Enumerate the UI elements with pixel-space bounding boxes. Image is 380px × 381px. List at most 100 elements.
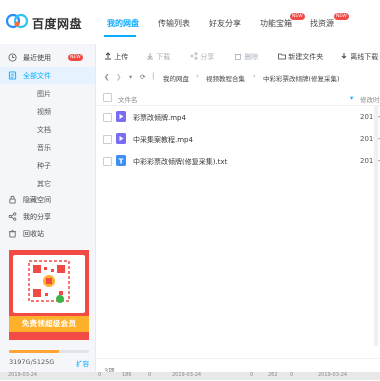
sidebar-sub-videos[interactable]: 视频 <box>37 107 51 117</box>
download-icon <box>147 53 153 60</box>
sidebar-item-my-share[interactable]: 我的分享 <box>0 208 95 225</box>
sidebar-item-recent[interactable]: 最近使用 NEW <box>0 49 95 66</box>
recent-new-badge: NEW <box>68 54 83 61</box>
video-file-icon <box>116 111 126 122</box>
table-row[interactable]: 彩票改倾牌.mp4 2019-0 <box>96 106 380 128</box>
brand-name: 百度网盘 <box>32 17 83 31</box>
breadcrumb-item-current[interactable]: 中彩彩票改倾牌(修复采集) <box>263 73 340 83</box>
sidebar-item-label: 回收站 <box>23 230 44 238</box>
refresh-icon[interactable]: ⟳ <box>140 73 145 81</box>
expand-storage-link[interactable]: 扩容 <box>76 358 89 368</box>
breadcrumb-item-root[interactable]: 我的网盘 <box>163 73 189 83</box>
upload-label: 上传 <box>114 53 129 61</box>
file-toolbar: 上传 下载 分享 删除 新建文件夹 离线下载 <box>96 44 380 68</box>
offline-download-label: 离线下载 <box>350 53 379 61</box>
strip-date: 2019-03-24 <box>318 372 348 378</box>
upload-button[interactable]: 上传 <box>104 52 128 62</box>
sidebar-sub-images[interactable]: 图片 <box>37 89 51 99</box>
table-row[interactable]: 中采集案教程.mp4 2019-0 <box>96 128 380 150</box>
strip-count: 0 <box>250 372 254 378</box>
share-toolbar-icon <box>190 52 198 60</box>
sidebar-sub-other[interactable]: 其它 <box>37 179 51 189</box>
sidebar-item-label: 全部文件 <box>23 72 51 80</box>
video-file-icon <box>116 133 126 144</box>
quota-text: 3197G/5125G <box>9 358 55 366</box>
promo-banner[interactable]: 免费领超级会员 <box>9 250 89 340</box>
file-name: 中彩彩票改倾牌(修复采集).txt <box>133 158 228 166</box>
new-folder-button[interactable]: 新建文件夹 <box>278 52 323 62</box>
row-checkbox[interactable] <box>103 157 112 166</box>
nav-transfer-list[interactable]: 传输列表 <box>158 18 190 29</box>
quota-progress-fill <box>9 350 59 353</box>
promo-text: 免费领超级会员 <box>21 319 77 328</box>
sidebar-sub-torrents[interactable]: 种子 <box>37 161 51 171</box>
nav-friend-share[interactable]: 好友分享 <box>209 18 241 29</box>
nav-active-underline <box>104 35 136 37</box>
column-filename[interactable]: 文件名 <box>118 94 138 104</box>
sidebar-item-hidden-space[interactable]: 隐藏空间 <box>0 191 95 208</box>
back-button[interactable]: ❮ <box>104 73 109 81</box>
breadcrumb-divider: | <box>152 72 155 80</box>
sidebar-item-label: 最近使用 <box>23 54 51 62</box>
strip-count: 0 <box>290 372 294 378</box>
quota-progress-bar <box>9 350 89 353</box>
strip-date: 2019-03-24 <box>8 372 38 378</box>
download-label: 下载 <box>156 53 171 61</box>
delete-button[interactable]: 删除 <box>234 52 258 62</box>
nav-toolbox[interactable]: 功能宝箱 <box>260 18 292 29</box>
text-file-icon: T <box>116 155 126 166</box>
nav-my-disk[interactable]: 我的网盘 <box>107 18 139 29</box>
trash-icon <box>8 229 17 238</box>
share-label: 分享 <box>200 53 215 61</box>
history-dropdown-icon[interactable]: ▾ <box>129 73 132 81</box>
file-list-icon <box>8 71 17 80</box>
baidu-netdisk-logo <box>6 13 28 29</box>
delete-label: 删除 <box>244 53 259 61</box>
row-checkbox[interactable] <box>103 135 112 144</box>
offline-download-button[interactable]: 离线下载 <box>340 52 378 62</box>
svg-text:T: T <box>119 158 124 166</box>
offline-download-icon <box>341 53 347 59</box>
strip-count: 0 <box>148 372 152 378</box>
file-list-header: 文件名 ▾ 修改时间 <box>96 90 380 106</box>
find-new-badge: NEW <box>334 13 349 20</box>
new-folder-label: 新建文件夹 <box>288 53 324 61</box>
row-checkbox[interactable] <box>103 113 112 122</box>
sidebar-item-label: 我的分享 <box>23 213 51 221</box>
bottom-strip: 2019-03-24 0 186 0 2019-03-24 0 262 0 20… <box>0 372 380 380</box>
strip-count: 186 <box>122 372 132 378</box>
breadcrumb-item-folder[interactable]: 视频教程合集 <box>206 73 245 83</box>
breadcrumb-separator: › <box>196 72 199 80</box>
top-header: 百度网盘 我的网盘 传输列表 好友分享 功能宝箱 NEW 找资源 NEW <box>0 0 380 45</box>
share-icon <box>8 212 17 221</box>
new-folder-icon <box>278 53 286 60</box>
upload-icon <box>105 52 111 60</box>
strip-count: 0 <box>98 372 102 378</box>
file-name: 彩票改倾牌.mp4 <box>133 114 186 122</box>
file-name: 中采集案教程.mp4 <box>133 136 193 144</box>
sidebar-item-label: 隐藏空间 <box>23 196 51 204</box>
sort-indicator-icon[interactable]: ▾ <box>350 94 353 102</box>
scrollbar[interactable] <box>374 106 378 346</box>
forward-button[interactable]: ❯ <box>116 73 121 81</box>
breadcrumb: ❮ ❯ ▾ ⟳ | 我的网盘 › 视频教程合集 › 中彩彩票改倾牌(修复采集) <box>96 68 380 86</box>
download-button[interactable]: 下载 <box>146 52 170 62</box>
select-all-checkbox[interactable] <box>103 93 112 102</box>
clock-icon <box>8 53 17 62</box>
table-row[interactable]: T 中彩彩票改倾牌(修复采集).txt 2019-0 <box>96 150 380 172</box>
delete-icon <box>234 54 242 60</box>
toolbox-new-badge: NEW <box>290 13 305 20</box>
qr-code-icon <box>28 260 70 303</box>
strip-date: 2019-03-24 <box>172 372 202 378</box>
column-modified[interactable]: 修改时间 <box>360 94 380 104</box>
sidebar-item-all-files[interactable]: 全部文件 <box>0 67 95 84</box>
breadcrumb-separator: › <box>253 72 256 80</box>
sidebar-item-recycle[interactable]: 回收站 <box>0 225 95 242</box>
strip-count: 262 <box>268 372 278 378</box>
share-button[interactable]: 分享 <box>190 52 214 62</box>
sidebar-sub-music[interactable]: 音乐 <box>37 143 51 153</box>
lock-icon <box>9 195 16 204</box>
sidebar-sub-docs[interactable]: 文档 <box>37 125 51 135</box>
nav-find-resources[interactable]: 找资源 <box>310 18 334 29</box>
promo-qr-card <box>13 255 85 313</box>
